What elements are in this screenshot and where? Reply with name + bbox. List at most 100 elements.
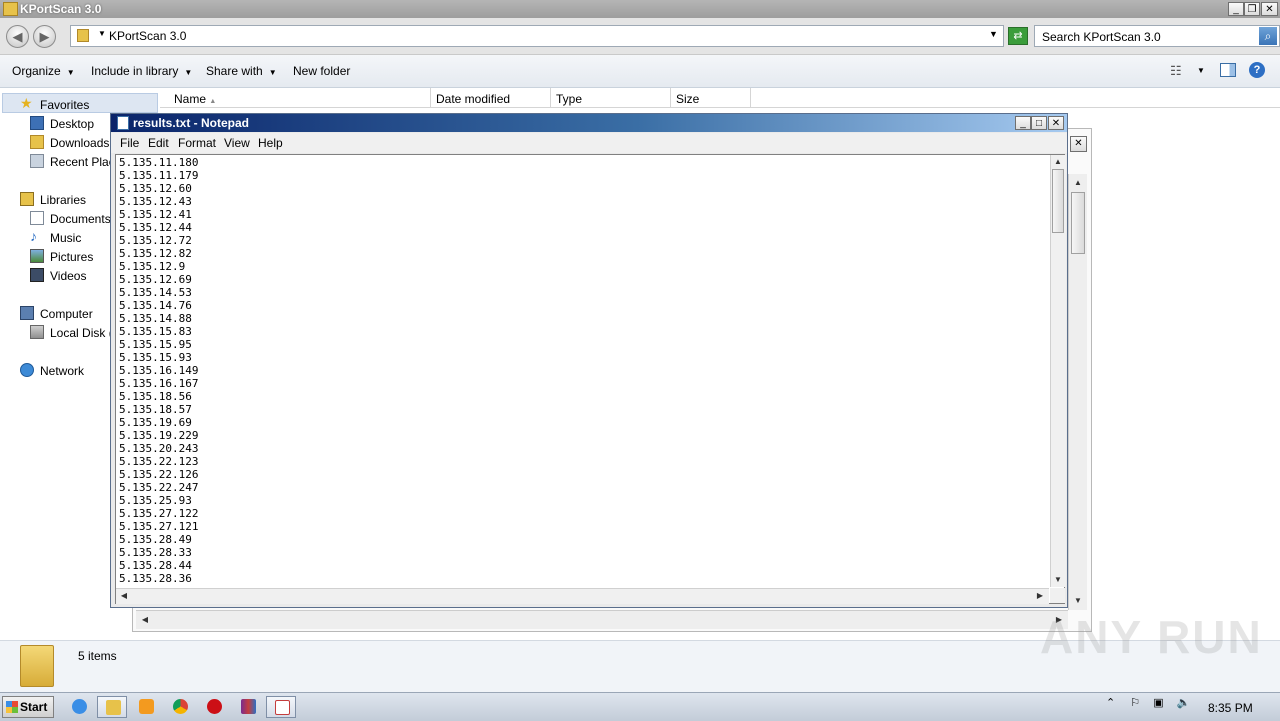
notepad-line: 5.135.14.53 (119, 286, 192, 299)
menu-view[interactable]: View (224, 136, 250, 150)
taskbar-winrar[interactable] (233, 696, 263, 718)
preview-pane-icon[interactable] (1220, 63, 1236, 77)
forward-button[interactable]: ▶ (33, 25, 56, 48)
background-window-close-button[interactable]: ✕ (1070, 136, 1087, 152)
notepad-content[interactable]: 5.135.11.180 5.135.11.179 5.135.12.60 5.135… (119, 156, 198, 585)
refresh-button[interactable]: ⇄ (1008, 27, 1028, 45)
breadcrumb[interactable]: KPortScan 3.0 (109, 29, 186, 43)
watermark: ANY RUN (1040, 611, 1263, 663)
address-field[interactable]: ▼ KPortScan 3.0 ▼ (70, 25, 1004, 47)
documents-icon (30, 211, 44, 225)
notepad-horizontal-scrollbar[interactable]: ◀ ▶ (116, 588, 1049, 604)
scroll-right-icon[interactable]: ▶ (1033, 589, 1047, 603)
taskbar-chrome[interactable] (165, 696, 195, 718)
notepad-line: 5.135.25.93 (119, 494, 192, 507)
column-date-modified[interactable]: Date modified (431, 88, 551, 108)
music-icon: ♪ (30, 228, 37, 244)
libraries-icon (20, 192, 34, 206)
network-tray-icon[interactable]: ▣ (1153, 697, 1163, 709)
scroll-up-icon[interactable]: ▲ (1071, 176, 1085, 190)
scroll-down-icon[interactable]: ▼ (1051, 573, 1065, 587)
nav-item-label: Downloads (50, 136, 110, 150)
menu-format[interactable]: Format (178, 136, 216, 150)
system-tray: ⌃ ⚐ ▣ 🔈 (1106, 696, 1190, 709)
volume-icon[interactable]: 🔈 (1177, 697, 1191, 709)
search-icon[interactable]: ⌕ (1259, 27, 1277, 45)
close-button[interactable]: ✕ (1261, 2, 1278, 16)
notepad-line: 5.135.27.121 (119, 520, 199, 533)
scroll-left-icon[interactable]: ◀ (138, 613, 152, 627)
notepad-window: results.txt - Notepad _ □ ✕ File Edit Fo… (110, 113, 1068, 608)
nav-item-label: Desktop (50, 117, 95, 131)
show-hidden-icons-icon[interactable]: ⌃ (1106, 697, 1115, 709)
nav-item-label: Music (50, 231, 82, 245)
taskbar-media-player[interactable] (131, 696, 161, 718)
back-button[interactable]: ◀ (6, 25, 29, 48)
restore-button[interactable]: ❐ (1244, 2, 1260, 16)
notepad-line: 5.135.16.167 (119, 377, 199, 390)
notepad-line: 5.135.15.83 (119, 325, 192, 338)
notepad-minimize-button[interactable]: _ (1015, 116, 1031, 130)
clock[interactable]: 8:35 PM (1208, 701, 1253, 715)
scrollbar-thumb[interactable] (1052, 169, 1064, 233)
taskbar-ie[interactable] (64, 696, 94, 718)
resize-grip-icon[interactable] (1050, 588, 1065, 603)
notepad-line: 5.135.22.123 (119, 455, 199, 468)
notepad-line: 5.135.20.243 (119, 442, 199, 455)
taskbar-explorer[interactable] (97, 696, 127, 718)
explorer-window-title: KPortScan 3.0 (20, 2, 102, 16)
taskbar-kportscan[interactable] (266, 696, 296, 718)
videos-icon (30, 268, 44, 282)
notepad-line: 5.135.18.57 (119, 403, 192, 416)
scroll-up-icon[interactable]: ▲ (1051, 155, 1065, 169)
sort-up-icon: ▲ (209, 98, 217, 105)
scroll-left-icon[interactable]: ◀ (117, 589, 131, 603)
explorer-title-bar[interactable]: KPortScan 3.0 _ ❐ ✕ (0, 0, 1280, 18)
notepad-line: 5.135.28.44 (119, 559, 192, 572)
chevron-down-icon[interactable]: ▼ (1197, 66, 1205, 75)
address-dropdown-icon[interactable]: ▼ (989, 29, 998, 39)
notepad-maximize-button[interactable]: □ (1031, 116, 1047, 130)
kportscan-icon (275, 700, 290, 715)
minimize-button[interactable]: _ (1228, 2, 1244, 16)
notepad-title-bar[interactable]: results.txt - Notepad _ □ ✕ (111, 114, 1067, 132)
view-options-icon[interactable]: ☷ (1170, 63, 1182, 79)
organize-label: Organize (12, 64, 61, 78)
background-window-vertical-scrollbar[interactable]: ▲ ▼ (1068, 174, 1087, 610)
notepad-line: 5.135.12.60 (119, 182, 192, 195)
breadcrumb-chevron-icon[interactable]: ▼ (98, 29, 106, 38)
column-type[interactable]: Type (551, 88, 671, 108)
windows-logo-icon (6, 701, 18, 713)
action-center-flag-icon[interactable]: ⚐ (1130, 697, 1140, 709)
column-name[interactable]: Name ▲ (160, 88, 431, 108)
menu-edit[interactable]: Edit (148, 136, 169, 150)
pictures-icon (30, 249, 44, 263)
column-size[interactable]: Size (671, 88, 751, 108)
computer-icon (20, 306, 34, 320)
search-placeholder: Search KPortScan 3.0 (1042, 30, 1161, 44)
command-toolbar: Organize ▼ Include in library ▼ Share with… (0, 55, 1280, 88)
share-with-button[interactable]: Share with ▼ (206, 64, 277, 78)
background-window-horizontal-scrollbar[interactable]: ◀ ▶ (136, 610, 1068, 629)
scrollbar-thumb[interactable] (1071, 192, 1085, 254)
start-button[interactable]: Start (2, 696, 54, 718)
star-icon: ★ (20, 95, 33, 111)
help-icon[interactable]: ? (1249, 62, 1265, 78)
downloads-icon (30, 135, 44, 149)
include-in-library-button[interactable]: Include in library ▼ (91, 64, 192, 78)
notepad-line: 5.135.19.229 (119, 429, 199, 442)
notepad-text-area[interactable]: 5.135.11.180 5.135.11.179 5.135.12.60 5.135… (115, 154, 1066, 604)
new-folder-button[interactable]: New folder (293, 64, 350, 78)
notepad-line: 5.135.22.126 (119, 468, 199, 481)
taskbar-opera[interactable] (199, 696, 229, 718)
scroll-down-icon[interactable]: ▼ (1071, 594, 1085, 608)
notepad-vertical-scrollbar[interactable]: ▲ ▼ (1050, 155, 1066, 587)
notepad-window-title: results.txt - Notepad (133, 116, 250, 130)
search-input[interactable]: Search KPortScan 3.0 ⌕ (1034, 25, 1280, 47)
organize-button[interactable]: Organize ▼ (12, 64, 75, 78)
menu-help[interactable]: Help (258, 136, 283, 150)
notepad-line: 5.135.12.72 (119, 234, 192, 247)
menu-file[interactable]: File (120, 136, 139, 150)
notepad-close-button[interactable]: ✕ (1048, 116, 1064, 130)
local-disk-icon (30, 325, 44, 339)
